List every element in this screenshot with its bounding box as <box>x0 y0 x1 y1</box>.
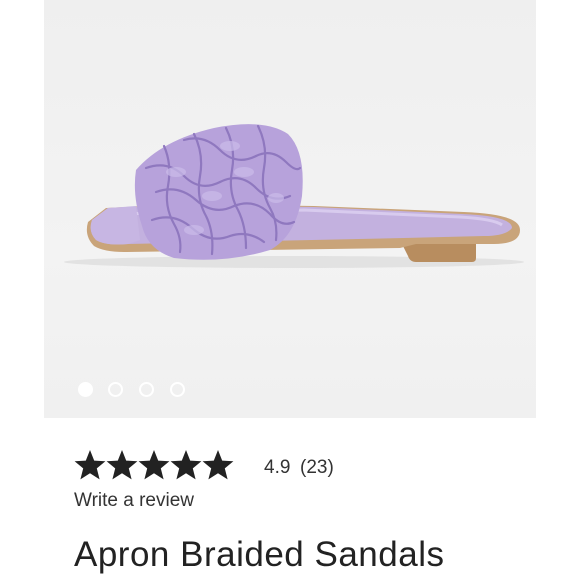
star-icon <box>170 450 202 480</box>
product-details: 4.9 (23) Write a review Apron Braided Sa… <box>44 418 536 580</box>
write-review-link[interactable]: Write a review <box>74 490 194 512</box>
product-image <box>64 124 524 268</box>
image-dot-1[interactable] <box>78 382 93 397</box>
image-dot-3[interactable] <box>139 382 154 397</box>
rating-stars <box>74 450 234 480</box>
star-icon <box>74 450 106 480</box>
image-dot-4[interactable] <box>170 382 185 397</box>
product-page: 4.9 (23) Write a review Apron Braided Sa… <box>0 0 580 580</box>
review-count[interactable]: (23) <box>300 457 334 479</box>
star-icon <box>138 450 170 480</box>
rating-value: 4.9 <box>264 457 291 478</box>
star-icon <box>202 450 234 480</box>
star-icon <box>106 450 138 480</box>
image-dot-2[interactable] <box>108 382 123 397</box>
image-pagination <box>44 378 536 402</box>
product-image-gallery[interactable] <box>44 0 536 418</box>
product-title: Apron Braided Sandals <box>74 535 445 574</box>
